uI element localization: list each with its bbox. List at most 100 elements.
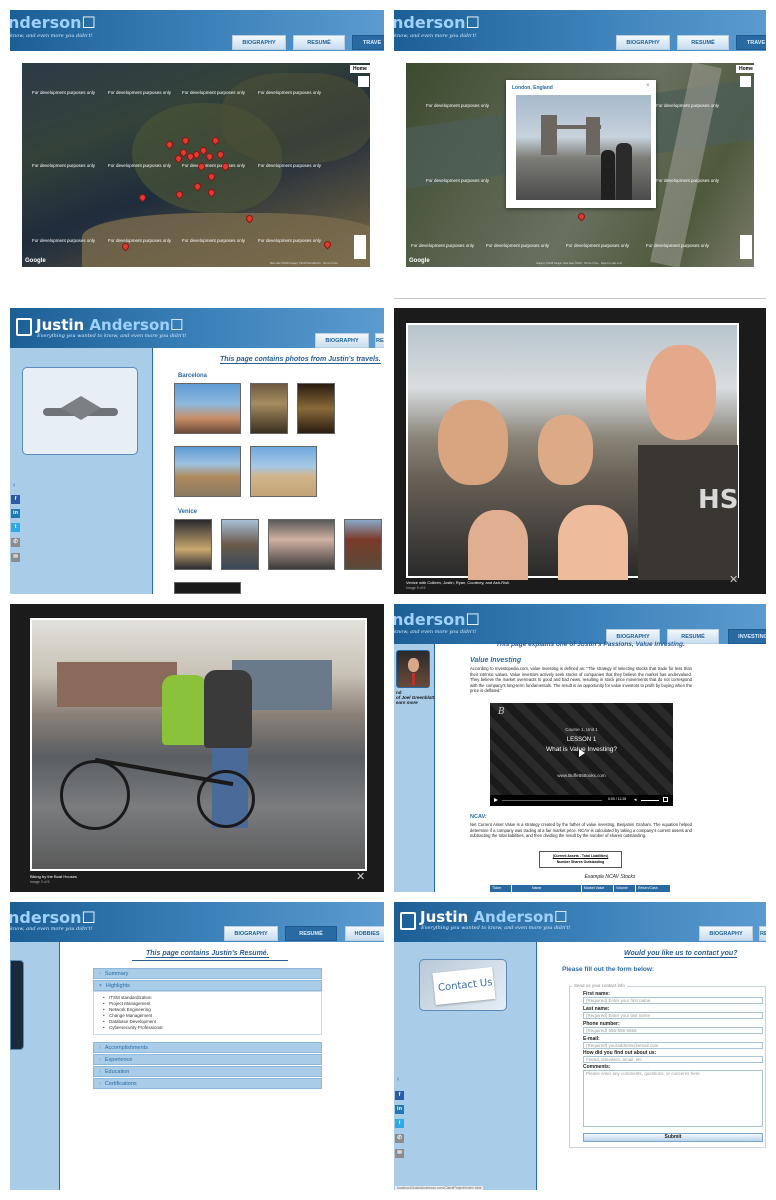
phone-field[interactable]: (Required) 555-555-5555: [583, 1027, 763, 1034]
accordion-certifications[interactable]: › Certifications: [93, 1078, 322, 1089]
tile-bike-lightbox: Biking by the Boat Houses Image 3 of 5 ✕: [10, 604, 384, 892]
accordion-highlights[interactable]: ▾ Highlights: [93, 980, 322, 991]
map-home-button[interactable]: Home: [736, 65, 754, 73]
dev-watermark: For development purposes only: [566, 243, 630, 248]
accordion-education[interactable]: › Education: [93, 1066, 322, 1077]
chevron-down-icon: ▾: [99, 983, 102, 989]
google-map[interactable]: Home For development purposes only For d…: [22, 63, 370, 267]
site-logo[interactable]: nderson☐: [394, 13, 480, 32]
video-lesson: LESSON 1: [566, 737, 597, 743]
video-player[interactable]: B Course 1, Unit 1 LESSON 1 What is Valu…: [490, 703, 673, 806]
nav-investing[interactable]: INVESTING: [728, 629, 766, 644]
site-logo[interactable]: nderson☐: [394, 610, 480, 629]
email-field[interactable]: (Required) youraddress@email.com: [583, 1042, 763, 1049]
email-icon[interactable]: ✉: [395, 1149, 404, 1158]
accordion-summary[interactable]: › Summary: [93, 968, 322, 979]
back-arrow-icon[interactable]: ‹: [13, 482, 15, 489]
comments-textarea[interactable]: Please enter any comments, questions, or…: [583, 1070, 763, 1127]
photo-thumbnail[interactable]: [174, 519, 212, 570]
mug-icon: [400, 912, 416, 930]
twitter-icon[interactable]: t: [11, 523, 20, 532]
phone-icon[interactable]: ✆: [395, 1134, 404, 1143]
photo-thumbnail[interactable]: [221, 519, 259, 570]
lightbox-photo[interactable]: HS: [406, 323, 739, 580]
formula-bottom: Number Shares Outstanding: [556, 860, 605, 864]
volume-slider[interactable]: [641, 800, 659, 801]
first-name-field[interactable]: (Required) Enter your first name: [583, 997, 763, 1004]
info-window-close-icon[interactable]: ×: [646, 81, 650, 92]
back-arrow-icon[interactable]: ‹: [397, 1076, 399, 1083]
nav-biography[interactable]: BIOGRAPHY: [232, 35, 286, 50]
twitter-icon[interactable]: t: [395, 1119, 404, 1128]
photo-thumbnail[interactable]: [250, 383, 288, 434]
chevron-right-icon: ›: [99, 1045, 101, 1051]
person: [616, 143, 632, 200]
site-logo[interactable]: nderson☐: [10, 908, 96, 927]
close-icon[interactable]: ✕: [356, 872, 365, 883]
submit-button[interactable]: Submit: [583, 1133, 763, 1142]
map-marker[interactable]: [137, 192, 148, 203]
map-zoom-control[interactable]: [358, 76, 369, 87]
accordion-experience[interactable]: › Experience: [93, 1054, 322, 1065]
nav-resume[interactable]: RESUMÉ: [759, 926, 766, 941]
map-marker[interactable]: [576, 211, 587, 222]
map-zoom-control-bottom[interactable]: [354, 235, 366, 259]
photo-thumbnail[interactable]: [297, 383, 335, 434]
houseboat: [57, 662, 177, 707]
nav-resume[interactable]: RESUMÉ: [677, 35, 729, 50]
lightbox-caption: Venice with Colleen, Justin, Ryan, Court…: [406, 580, 510, 585]
nav-biography[interactable]: BIOGRAPHY: [699, 926, 753, 941]
map-zoom-control-bottom[interactable]: [740, 235, 752, 259]
nav-travels[interactable]: TRAVE: [736, 35, 766, 50]
facebook-icon[interactable]: f: [11, 495, 20, 504]
linkedin-icon[interactable]: in: [11, 509, 20, 518]
photo-thumbnail[interactable]: [250, 446, 317, 497]
site-logo[interactable]: nderson☐: [10, 13, 96, 32]
linkedin-icon[interactable]: in: [395, 1105, 404, 1114]
fullscreen-icon[interactable]: [663, 797, 668, 802]
map-home-button[interactable]: Home: [350, 65, 370, 73]
photo-thumbnail[interactable]: [174, 383, 241, 434]
mug-icon: ☐: [81, 908, 96, 927]
volume-icon[interactable]: ◂: [634, 797, 637, 803]
mug-icon: ☐: [169, 316, 184, 334]
ncav-table-header: Ticker Name Market Value Volume Return/C…: [490, 885, 670, 892]
google-map[interactable]: Home For development purposes only For d…: [406, 63, 754, 267]
learn-more-link[interactable]: earn more: [396, 700, 418, 705]
nav-biography[interactable]: BIOGRAPHY: [616, 35, 670, 50]
video-controls[interactable]: 0:00 / 11:25 ◂: [490, 795, 673, 806]
last-name-field[interactable]: (Required) Enter your last name: [583, 1012, 763, 1019]
nav-resume[interactable]: RESUMÉ: [375, 333, 384, 348]
nav-biography[interactable]: BIOGRAPHY: [224, 926, 278, 941]
divider: [394, 298, 766, 299]
page-title: Would you like us to contact you?: [624, 950, 738, 958]
person-green-jacket: [162, 675, 207, 745]
photo-thumbnail[interactable]: [174, 446, 241, 497]
phone-icon[interactable]: ✆: [11, 538, 20, 547]
site-tagline: Everything you wanted to know, and even …: [421, 925, 571, 931]
nav-biography[interactable]: BIOGRAPHY: [315, 333, 369, 348]
table-caption: Example NCAV Stocks: [584, 874, 636, 880]
map-zoom-control[interactable]: [740, 76, 751, 87]
facebook-icon[interactable]: f: [395, 1091, 404, 1100]
nav-resume[interactable]: RESUMÉ: [293, 35, 345, 50]
site-logo[interactable]: Justin Anderson☐: [36, 316, 183, 334]
face: [646, 345, 716, 440]
lightbox-photo[interactable]: [30, 618, 367, 871]
play-icon[interactable]: [579, 749, 585, 757]
nav-travels[interactable]: TRAVE: [352, 35, 384, 50]
nav-hobbies[interactable]: HOBBIES: [345, 926, 384, 941]
close-icon[interactable]: ✕: [729, 575, 738, 586]
progress-bar[interactable]: [502, 800, 602, 801]
accordion-accomplishments[interactable]: › Accomplishments: [93, 1042, 322, 1053]
photo-thumbnail[interactable]: [174, 582, 241, 594]
chevron-right-icon: ›: [99, 1069, 101, 1075]
sidebar-border: [434, 644, 435, 892]
site-logo[interactable]: Justin Anderson☐: [420, 908, 567, 926]
photo-thumbnail[interactable]: [344, 519, 382, 570]
photo-thumbnail[interactable]: [268, 519, 335, 570]
nav-resume[interactable]: RESUMÉ: [285, 926, 337, 941]
play-button-icon[interactable]: [494, 798, 498, 802]
email-icon[interactable]: ✉: [11, 553, 20, 562]
referral-field[interactable]: Friend, television, email, etc.: [583, 1056, 763, 1063]
